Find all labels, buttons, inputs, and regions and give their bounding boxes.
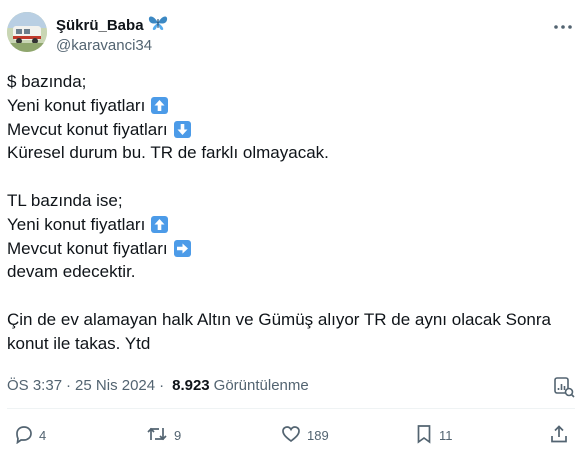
butterfly-icon [148, 15, 168, 36]
like-button[interactable]: 189 [281, 424, 329, 447]
bookmark-icon [415, 424, 433, 447]
bookmark-button[interactable]: 11 [415, 424, 453, 447]
author-handle[interactable]: @karavanci34 [56, 36, 152, 56]
meta-separator: · [159, 377, 165, 394]
bookmark-count: 11 [439, 428, 453, 443]
analytics-icon[interactable] [553, 376, 575, 398]
tweet-date[interactable]: 25 Nis 2024 [75, 376, 155, 396]
share-icon [549, 424, 569, 447]
down-arrow-icon [173, 120, 191, 138]
right-arrow-icon [173, 239, 191, 257]
meta-separator: · [66, 377, 72, 394]
author-name-row[interactable]: Şükrü_Baba [56, 15, 168, 36]
repost-count: 9 [174, 428, 182, 443]
heart-icon [281, 424, 301, 447]
reply-icon [13, 424, 33, 447]
tweet-text: $ bazında; Yeni konut fiyatları Mevcut k… [7, 70, 577, 356]
tweet-time[interactable]: ÖS 3:37 [7, 376, 62, 396]
avatar[interactable] [7, 12, 47, 52]
more-options-icon[interactable] [552, 18, 574, 36]
views-count: 8.923 [172, 377, 210, 394]
tweet-line: Yeni konut fiyatları [7, 213, 577, 237]
divider [7, 408, 575, 409]
reply-button[interactable]: 4 [13, 424, 46, 447]
reply-count: 4 [39, 428, 47, 443]
display-name[interactable]: Şükrü_Baba [56, 16, 144, 36]
repost-icon [146, 424, 168, 447]
up-arrow-icon [151, 216, 169, 234]
tweet-line: Çin de ev alamayan halk Altın ve Gümüş a… [7, 309, 551, 329]
tweet-line: Küresel durum bu. TR de farklı olmayacak… [7, 143, 329, 163]
tweet-line: devam edecektir. [7, 262, 136, 282]
tweet-line: TL bazında ise; [7, 190, 123, 210]
tweet-meta: ÖS 3:37 · 25 Nis 2024 · 8.923 Görüntülen… [7, 376, 309, 396]
views-label: Görüntülenme [213, 377, 309, 394]
tweet-line: $ bazında; [7, 72, 87, 91]
action-bar: 4 9 189 11 [0, 424, 585, 450]
tweet-line: Yeni konut fiyatları [7, 94, 577, 118]
up-arrow-icon [151, 97, 169, 115]
share-button[interactable] [549, 424, 569, 447]
tweet-line: konut ile takas. Ytd [7, 333, 151, 353]
like-count: 189 [307, 428, 329, 443]
repost-button[interactable]: 9 [146, 424, 181, 447]
tweet-line: Mevcut konut fiyatları [7, 237, 577, 261]
tweet-line: Mevcut konut fiyatları [7, 118, 577, 142]
